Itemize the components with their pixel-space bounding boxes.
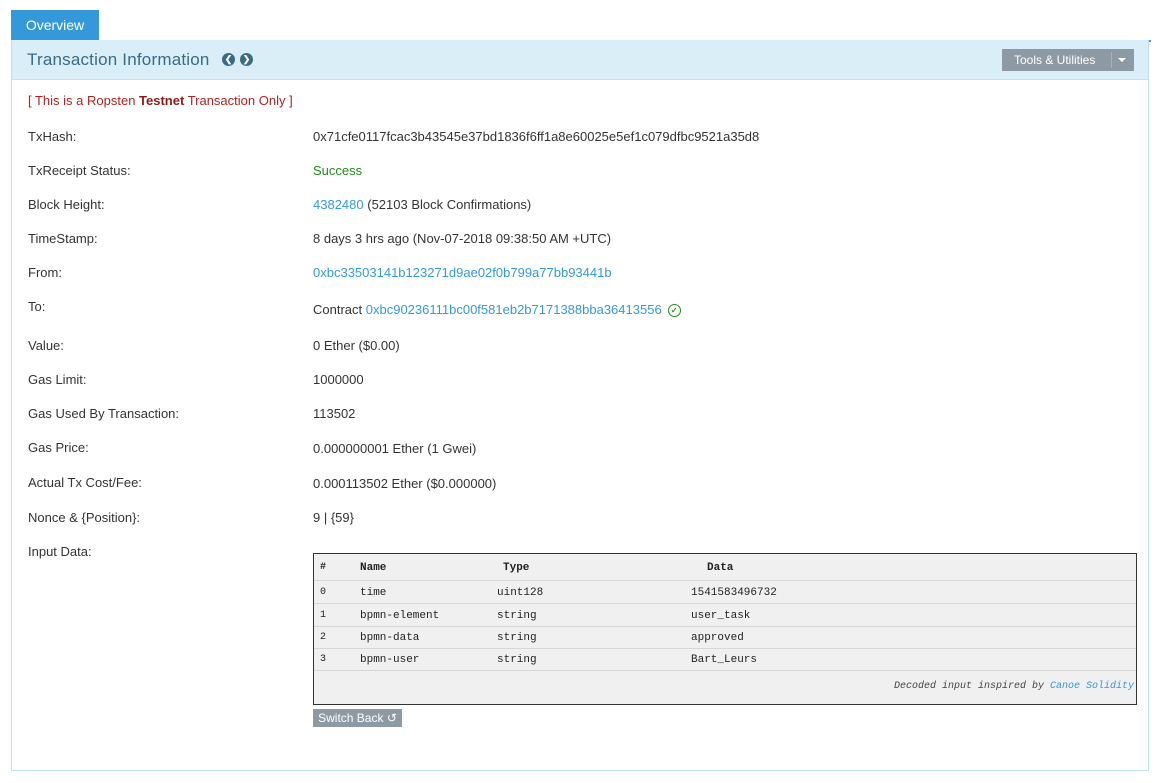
canoe-solidity-link[interactable]: Canoe Solidity	[1050, 681, 1134, 692]
gas-limit-value: 1000000	[313, 372, 364, 387]
row-name: bpmn-element	[360, 610, 440, 622]
transaction-panel: Transaction Information ❮ ❯ Tools & Util…	[11, 40, 1149, 771]
block-link[interactable]: 4382480	[313, 197, 364, 212]
gas-used-label: Gas Used By Transaction:	[28, 406, 180, 421]
gas-price-value: 0.000000001 Ether (1 Gwei)	[313, 441, 477, 456]
row-data: user_task	[691, 610, 751, 622]
row-data: Bart_Leurs	[691, 654, 758, 666]
row-index: 1	[320, 610, 327, 621]
next-transaction-icon[interactable]: ❯	[240, 53, 253, 66]
table-row: 0 time uint128 1541583496732	[314, 581, 1136, 604]
row-name: bpmn-data	[360, 632, 420, 644]
tab-bar: Overview	[11, 10, 1151, 42]
to-value: Contract 0xbc90236111bc00f581eb2b7171388…	[313, 302, 681, 318]
panel-header: Transaction Information ❮ ❯ Tools & Util…	[12, 40, 1148, 80]
decoded-input-credit: Decoded input inspired by Canoe Solidity	[894, 681, 1134, 692]
input-data-table: # Name Type Data 0 time uint128 15415834…	[313, 553, 1137, 705]
fee-value: 0.000113502 Ether ($0.000000)	[313, 476, 497, 491]
table-header: # Name Type Data	[314, 554, 1136, 581]
to-contract-link[interactable]: 0xbc90236111bc00f581eb2b7171388bba364135…	[366, 302, 662, 317]
row-type: string	[497, 654, 537, 666]
input-data-label: Input Data:	[28, 544, 92, 559]
col-data: Data	[707, 562, 734, 574]
notice-strong: Testnet	[139, 93, 185, 108]
previous-transaction-icon[interactable]: ❮	[222, 53, 235, 66]
testnet-notice: [ This is a Ropsten Testnet Transaction …	[28, 93, 293, 108]
gas-price-label: Gas Price:	[28, 440, 89, 455]
notice-suffix: Transaction Only ]	[184, 93, 293, 108]
status-label: TxReceipt Status:	[28, 163, 131, 178]
contract-prefix: Contract	[313, 302, 366, 317]
dropdown-separator	[1111, 52, 1112, 68]
fee-label: Actual Tx Cost/Fee:	[28, 475, 142, 490]
nonce-value: 9 | {59}	[313, 510, 354, 525]
timestamp-value: 8 days 3 hrs ago (Nov-07-2018 09:38:50 A…	[313, 231, 612, 246]
row-data: 1541583496732	[691, 587, 777, 599]
row-index: 3	[320, 654, 327, 665]
row-name: bpmn-user	[360, 654, 420, 666]
table-row: 1 bpmn-element string user_task	[314, 604, 1136, 627]
nonce-label: Nonce & {Position}:	[28, 510, 141, 525]
from-address-link[interactable]: 0xbc33503141b123271d9ae02f0b799a77bb9344…	[313, 265, 612, 280]
row-type: string	[497, 632, 537, 644]
value-label: Value:	[28, 338, 64, 353]
txhash-label: TxHash:	[28, 129, 77, 144]
block-height-value: 4382480 (52103 Block Confirmations)	[313, 197, 531, 212]
row-type: string	[497, 610, 537, 622]
status-value: Success	[313, 163, 363, 178]
row-data: approved	[691, 632, 744, 644]
table-row: 2 bpmn-data string approved	[314, 626, 1136, 649]
value-value: 0 Ether ($0.00)	[313, 338, 400, 353]
row-type: uint128	[497, 587, 544, 599]
row-name: time	[360, 587, 387, 599]
timestamp-label: TimeStamp:	[28, 231, 98, 246]
col-index: #	[320, 562, 327, 573]
block-confirmations: (52103 Block Confirmations)	[363, 197, 532, 212]
to-label: To:	[28, 299, 46, 314]
page-title: Transaction Information	[27, 50, 210, 69]
row-index: 0	[320, 587, 327, 598]
col-name: Name	[360, 562, 387, 574]
block-height-label: Block Height:	[28, 197, 105, 212]
credit-text: Decoded input inspired by	[893, 681, 1050, 692]
from-label: From:	[28, 265, 62, 280]
notice-prefix: [ This is a Ropsten	[28, 93, 140, 108]
tools-utilities-label: Tools & Utilities	[1014, 53, 1096, 67]
table-row: 3 bpmn-user string Bart_Leurs	[314, 648, 1136, 671]
gas-used-value: 113502	[313, 406, 356, 421]
chevron-down-icon	[1118, 58, 1126, 62]
col-type: Type	[503, 562, 530, 574]
row-index: 2	[320, 632, 327, 643]
tab-overview[interactable]: Overview	[11, 10, 99, 40]
tools-utilities-dropdown[interactable]: Tools & Utilities	[1002, 49, 1134, 71]
gas-limit-label: Gas Limit:	[28, 372, 87, 387]
txhash-value: 0x71cfe0117fcac3b43545e37bd1836f6ff1a8e6…	[313, 129, 760, 144]
switch-back-button[interactable]: Switch Back ↺	[313, 709, 402, 727]
verified-check-icon: ✓	[667, 304, 681, 318]
